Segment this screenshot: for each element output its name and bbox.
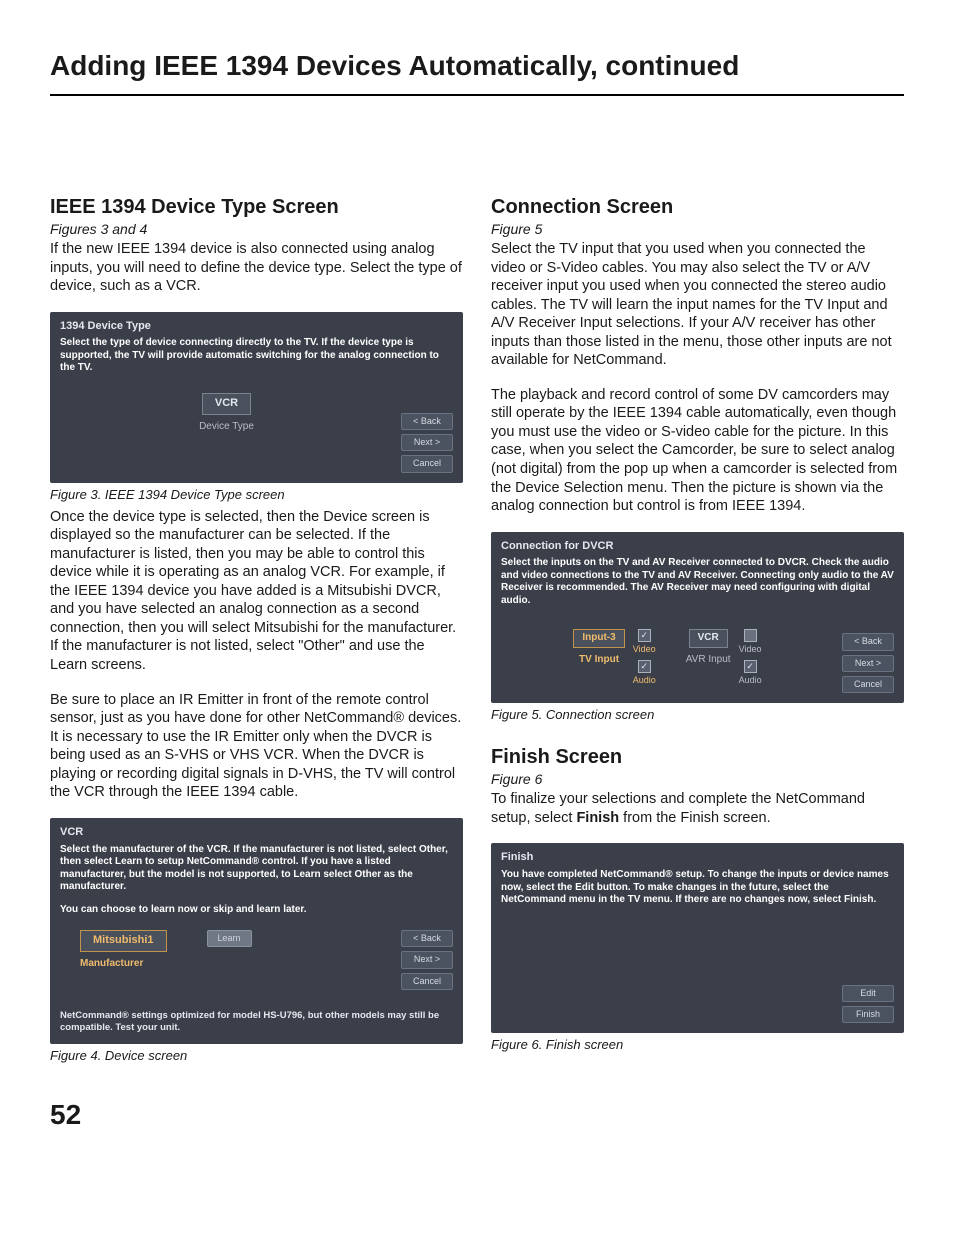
- cancel-button[interactable]: Cancel: [842, 676, 894, 693]
- tv-input-label: TV Input: [579, 654, 619, 667]
- shot4-subtext: You can choose to learn now or skip and …: [60, 904, 453, 917]
- cancel-button[interactable]: Cancel: [401, 455, 453, 472]
- device-type-field[interactable]: VCR: [202, 393, 251, 415]
- shot3-title: 1394 Device Type: [60, 320, 453, 334]
- heading-device-type: IEEE 1394 Device Type Screen: [50, 196, 463, 219]
- figure-ref-5: Figure 5: [491, 221, 904, 237]
- para-finish: To finalize your selections and complete…: [491, 790, 904, 827]
- para-device-type-intro: If the new IEEE 1394 device is also conn…: [50, 240, 463, 296]
- page-title: Adding IEEE 1394 Devices Automatically, …: [50, 50, 904, 96]
- shot4-title: VCR: [60, 826, 453, 840]
- shot5-title: Connection for DVCR: [501, 540, 894, 554]
- figure-6-screenshot: Finish You have completed NetCommand® se…: [491, 843, 904, 1033]
- figure-6-caption: Figure 6. Finish screen: [491, 1037, 904, 1052]
- manufacturer-label: Manufacturer: [80, 958, 143, 971]
- right-column: Connection Screen Figure 5 Select the TV…: [491, 196, 904, 1069]
- shot6-instructions: You have completed NetCommand® setup. To…: [501, 869, 894, 907]
- back-button[interactable]: < Back: [842, 633, 894, 650]
- para-device-screen: Once the device type is selected, then t…: [50, 508, 463, 675]
- avr-audio-label: Audio: [739, 675, 762, 686]
- columns: IEEE 1394 Device Type Screen Figures 3 a…: [50, 196, 904, 1069]
- finish-bold: Finish: [576, 810, 619, 826]
- left-column: IEEE 1394 Device Type Screen Figures 3 a…: [50, 196, 463, 1069]
- figure-3-screenshot: 1394 Device Type Select the type of devi…: [50, 312, 463, 483]
- back-button[interactable]: < Back: [401, 930, 453, 947]
- avr-video-label: Video: [739, 644, 762, 655]
- shot6-title: Finish: [501, 851, 894, 865]
- edit-button[interactable]: Edit: [842, 985, 894, 1002]
- shot3-instructions: Select the type of device connecting dir…: [60, 337, 453, 375]
- back-button[interactable]: < Back: [401, 413, 453, 430]
- avr-input-label: AVR Input: [686, 654, 731, 667]
- figure-4-caption: Figure 4. Device screen: [50, 1048, 463, 1063]
- next-button[interactable]: Next >: [401, 951, 453, 968]
- tv-video-label: Video: [633, 644, 656, 655]
- tv-audio-checkbox[interactable]: ✓: [638, 660, 651, 673]
- page-number: 52: [50, 1099, 904, 1131]
- tv-video-checkbox[interactable]: ✓: [638, 629, 651, 642]
- figure-ref-6: Figure 6: [491, 771, 904, 787]
- avr-input-field[interactable]: VCR: [689, 629, 728, 648]
- para-finish-c: from the Finish screen.: [619, 810, 771, 826]
- para-ir-emitter: Be sure to place an IR Emitter in front …: [50, 691, 463, 802]
- avr-video-checkbox[interactable]: [744, 629, 757, 642]
- next-button[interactable]: Next >: [842, 655, 894, 672]
- finish-button[interactable]: Finish: [842, 1006, 894, 1023]
- figure-5-screenshot: Connection for DVCR Select the inputs on…: [491, 532, 904, 704]
- next-button[interactable]: Next >: [401, 434, 453, 451]
- figure-5-caption: Figure 5. Connection screen: [491, 707, 904, 722]
- tv-audio-label: Audio: [633, 675, 656, 686]
- device-type-label: Device Type: [199, 421, 254, 434]
- shot5-instructions: Select the inputs on the TV and AV Recei…: [501, 557, 894, 607]
- figure-4-screenshot: VCR Select the manufacturer of the VCR. …: [50, 818, 463, 1044]
- page: Adding IEEE 1394 Devices Automatically, …: [0, 0, 954, 1161]
- cancel-button[interactable]: Cancel: [401, 973, 453, 990]
- heading-connection: Connection Screen: [491, 196, 904, 219]
- manufacturer-field[interactable]: Mitsubishi1: [80, 930, 167, 952]
- heading-finish: Finish Screen: [491, 746, 904, 769]
- tv-input-field[interactable]: Input-3: [573, 629, 624, 648]
- para-connection-2: The playback and record control of some …: [491, 386, 904, 516]
- avr-audio-checkbox[interactable]: ✓: [744, 660, 757, 673]
- learn-button[interactable]: Learn: [207, 930, 252, 947]
- shot4-footer: NetCommand® settings optimized for model…: [60, 1010, 453, 1034]
- shot4-instructions: Select the manufacturer of the VCR. If t…: [60, 844, 453, 894]
- para-connection-1: Select the TV input that you used when y…: [491, 240, 904, 370]
- figure-ref-3-4: Figures 3 and 4: [50, 221, 463, 237]
- figure-3-caption: Figure 3. IEEE 1394 Device Type screen: [50, 487, 463, 502]
